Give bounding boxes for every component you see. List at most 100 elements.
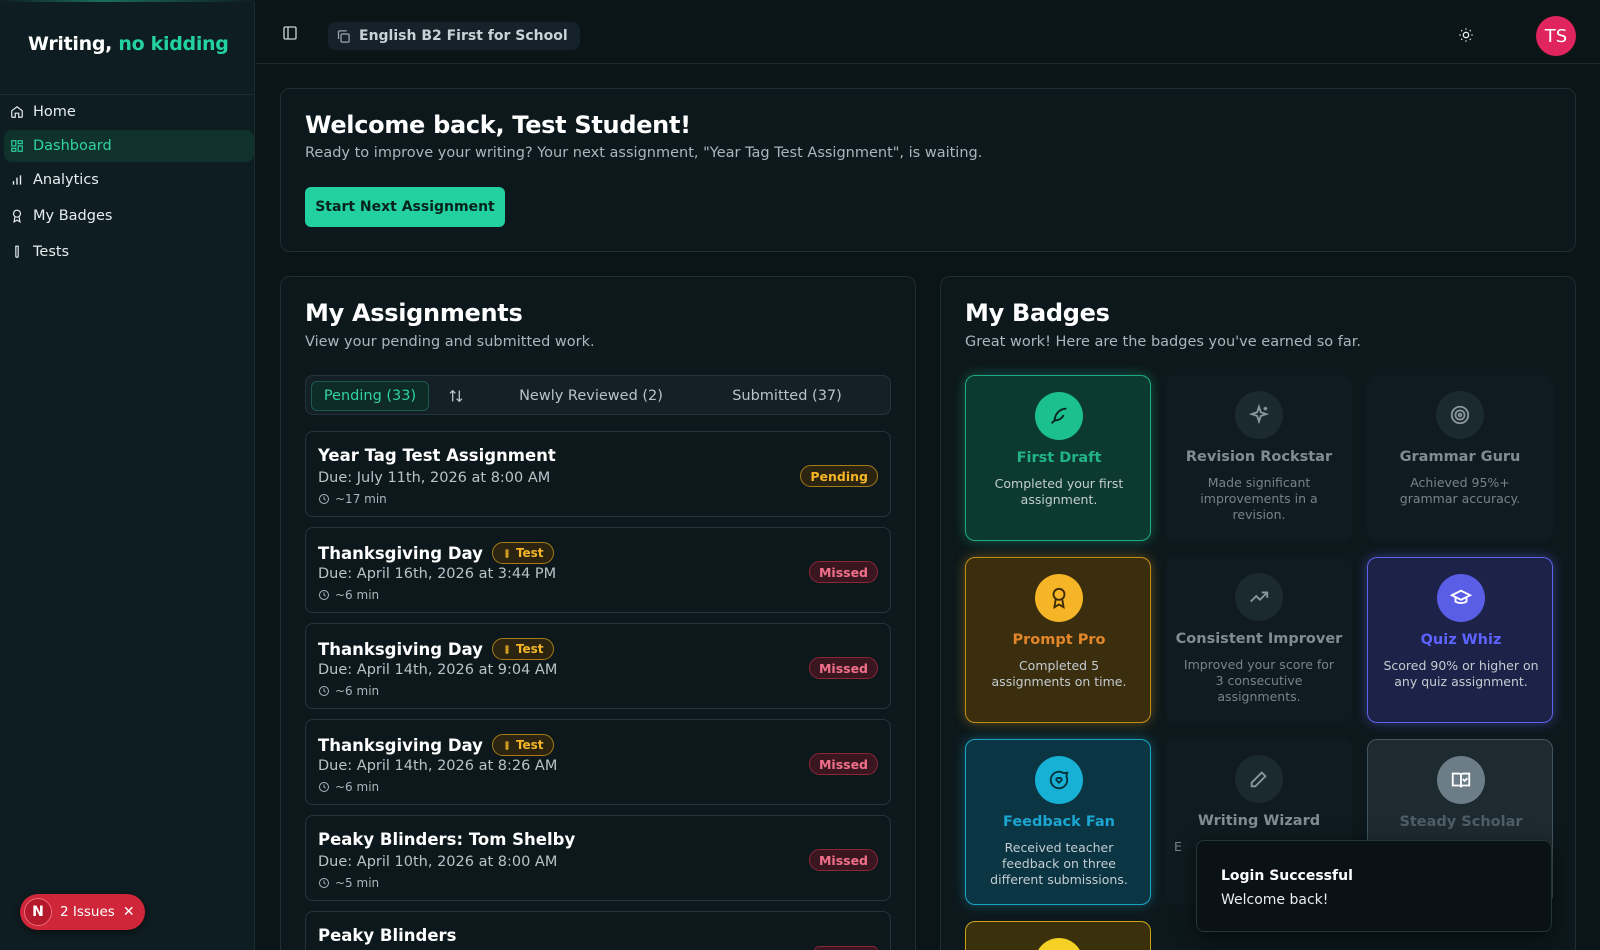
badge-name: Consistent Improver bbox=[1175, 631, 1343, 647]
assignment-row[interactable]: Peaky Blinders: Tom Shelby Due: April 10… bbox=[305, 815, 891, 901]
assignment-title: Peaky Blinders: Tom Shelby bbox=[318, 830, 576, 849]
assignment-row[interactable]: Thanksgiving Day Test Due: April 16th, 2… bbox=[305, 527, 891, 613]
assignment-due: Due: April 14th, 2026 at 8:26 AM bbox=[318, 758, 558, 774]
test-tag: Test bbox=[491, 542, 554, 564]
badge-prompt-pro[interactable]: Prompt Pro Completed 5 assignments on ti… bbox=[965, 557, 1151, 723]
sidebar-item-my-badges[interactable]: My Badges bbox=[4, 200, 254, 232]
pen-icon bbox=[1235, 755, 1283, 803]
app-logo[interactable]: Writing, no kidding bbox=[28, 33, 229, 55]
badge-first-draft[interactable]: First Draft Completed your first assignm… bbox=[965, 375, 1151, 541]
test-tube-icon bbox=[505, 644, 509, 654]
tab-newly-reviewed[interactable]: Newly Reviewed (2) bbox=[516, 381, 666, 411]
avatar[interactable]: TS bbox=[1536, 16, 1576, 56]
badge-description: Received teacher feedback on three diffe… bbox=[990, 840, 1128, 887]
assignment-duration: ~5 min bbox=[318, 876, 379, 890]
welcome-subtitle: Ready to improve your writing? Your next… bbox=[305, 145, 983, 161]
clock-icon bbox=[319, 686, 329, 696]
book-check-icon bbox=[1437, 756, 1485, 804]
sidebar-item-label: Dashboard bbox=[33, 138, 112, 154]
assignment-duration: ~17 min bbox=[318, 492, 387, 506]
badge-description: Completed your first assignment. bbox=[994, 476, 1124, 507]
trending-up-icon bbox=[1235, 573, 1283, 621]
badge-name: First Draft bbox=[1016, 450, 1102, 466]
badge-partial[interactable] bbox=[965, 921, 1151, 950]
assignment-title: Peaky Blinders bbox=[318, 926, 457, 945]
badge-description: Completed 5 assignments on time. bbox=[991, 658, 1127, 689]
start-next-assignment-button[interactable]: Start Next Assignment bbox=[305, 187, 505, 227]
badge-description: Achieved 95%+ grammar accuracy. bbox=[1399, 475, 1521, 506]
sparkles-icon bbox=[1235, 391, 1283, 439]
test-tube-icon bbox=[10, 245, 24, 259]
sidebar-divider bbox=[0, 94, 255, 95]
badge-grammar-guru[interactable]: Grammar Guru Achieved 95%+ grammar accur… bbox=[1367, 375, 1553, 541]
badge-description: Improved your score for 3 consecutive as… bbox=[1183, 657, 1335, 704]
assignment-title: Thanksgiving Day Test bbox=[318, 638, 554, 660]
badge-description: Made significant improvements in a revis… bbox=[1200, 475, 1318, 522]
badge-quiz-whiz[interactable]: Quiz Whiz Scored 90% or higher on any qu… bbox=[1367, 557, 1553, 723]
sun-icon[interactable] bbox=[1458, 27, 1474, 43]
sidebar-item-label: Home bbox=[33, 104, 76, 120]
status-badge: Missed bbox=[808, 753, 878, 775]
assignment-due: Due: April 14th, 2026 at 9:04 AM bbox=[318, 662, 558, 678]
test-tube-icon bbox=[505, 740, 509, 750]
assignment-tabs: Pending (33) Newly Reviewed (2) Submitte… bbox=[305, 375, 891, 415]
clock-icon bbox=[319, 494, 329, 504]
issues-initial: N bbox=[24, 898, 52, 926]
assignment-title: Thanksgiving Day Test bbox=[318, 734, 554, 756]
status-badge: Missed bbox=[808, 561, 878, 583]
badge-icon bbox=[1035, 938, 1083, 950]
assignment-row[interactable]: Year Tag Test Assignment Due: July 11th,… bbox=[305, 431, 891, 517]
test-tube-icon bbox=[505, 548, 509, 558]
award-icon bbox=[10, 209, 24, 223]
clock-icon bbox=[319, 590, 329, 600]
sidebar-top-accent bbox=[0, 0, 255, 2]
assignments-subtitle: View your pending and submitted work. bbox=[305, 334, 595, 350]
sort-icon[interactable] bbox=[448, 388, 464, 404]
sidebar-item-label: Analytics bbox=[33, 172, 99, 188]
dashboard-grid-icon bbox=[10, 139, 24, 153]
assignment-row[interactable]: Peaky Blinders bbox=[305, 911, 891, 950]
home-icon bbox=[10, 105, 24, 119]
tab-submitted[interactable]: Submitted (37) bbox=[712, 381, 862, 411]
status-badge: Missed bbox=[808, 657, 878, 679]
logo-main-text: Writing, bbox=[28, 33, 113, 55]
toast-title: Login Successful bbox=[1221, 868, 1353, 884]
badge-revision-rockstar[interactable]: Revision Rockstar Made significant impro… bbox=[1166, 375, 1352, 541]
course-selector[interactable]: English B2 First for School bbox=[328, 22, 580, 50]
badge-consistent-improver[interactable]: Consistent Improver Improved your score … bbox=[1166, 557, 1352, 723]
clock-icon bbox=[319, 782, 329, 792]
sidebar-toggle-icon[interactable] bbox=[282, 25, 298, 41]
assignment-duration: ~6 min bbox=[318, 684, 379, 698]
test-tag: Test bbox=[491, 734, 554, 756]
badge-feedback-fan[interactable]: Feedback Fan Received teacher feedback o… bbox=[965, 739, 1151, 905]
badge-name: Quiz Whiz bbox=[1420, 632, 1502, 648]
badge-name: Revision Rockstar bbox=[1185, 449, 1333, 465]
logo-accent-text: no kidding bbox=[118, 33, 229, 55]
welcome-title: Welcome back, Test Student! bbox=[305, 111, 691, 139]
message-heart-icon bbox=[1035, 756, 1083, 804]
course-name: English B2 First for School bbox=[359, 28, 568, 44]
assignment-row[interactable]: Thanksgiving Day Test Due: April 14th, 2… bbox=[305, 623, 891, 709]
close-icon[interactable]: ✕ bbox=[123, 904, 135, 920]
assignment-duration: ~6 min bbox=[318, 780, 379, 794]
assignment-due: Due: July 11th, 2026 at 8:00 AM bbox=[318, 470, 551, 486]
badge-name: Feedback Fan bbox=[1003, 814, 1115, 830]
sidebar-item-tests[interactable]: Tests bbox=[4, 236, 254, 268]
badge-name: Prompt Pro bbox=[1012, 632, 1106, 648]
assignments-title: My Assignments bbox=[305, 299, 523, 327]
badge-name: Writing Wizard bbox=[1197, 813, 1321, 829]
sidebar-item-dashboard[interactable]: Dashboard bbox=[4, 130, 254, 162]
assignment-row[interactable]: Thanksgiving Day Test Due: April 14th, 2… bbox=[305, 719, 891, 805]
toast-notification[interactable]: Login Successful Welcome back! bbox=[1196, 840, 1552, 932]
badge-name: Grammar Guru bbox=[1399, 449, 1521, 465]
status-badge bbox=[814, 946, 878, 950]
award-icon bbox=[1035, 574, 1083, 622]
sidebar-item-analytics[interactable]: Analytics bbox=[4, 164, 254, 196]
issues-indicator[interactable]: N 2 Issues ✕ bbox=[20, 894, 145, 930]
tab-pending[interactable]: Pending (33) bbox=[311, 381, 429, 411]
sidebar-item-label: My Badges bbox=[33, 208, 113, 224]
badge-description: Scored 90% or higher on any quiz assignm… bbox=[1383, 658, 1539, 689]
issues-label: 2 Issues bbox=[60, 904, 115, 920]
sidebar-item-home[interactable]: Home bbox=[4, 96, 254, 128]
sidebar-item-label: Tests bbox=[33, 244, 70, 260]
